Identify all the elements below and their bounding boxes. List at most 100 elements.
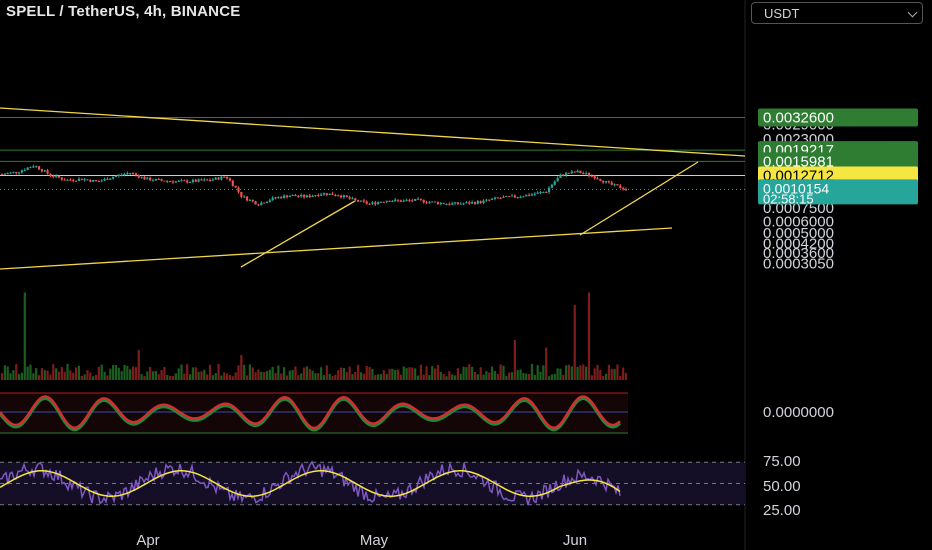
volume-bar [294,366,297,380]
volume-bar [371,368,374,380]
volume-bar [211,375,214,380]
candle-body [94,179,98,181]
candle-body [556,177,559,182]
volume-bar [556,368,559,380]
volume-bar [488,372,491,380]
volume-bar [519,369,522,380]
candle-body [17,172,21,174]
volume-bar [257,369,260,380]
candle-body [23,169,26,171]
candle-body [493,197,497,199]
candle-body [268,200,271,202]
volume-bar [288,370,291,380]
candle-body [35,166,38,168]
volume-bar [516,370,519,380]
volume-bar [171,375,175,380]
candle-body [542,191,545,193]
candle-body [379,201,383,203]
candle-body [416,198,420,200]
volume-bar [613,368,616,380]
volume-bar [365,366,368,380]
candle-body [302,194,306,198]
volume-bar [525,373,528,380]
volume-bar [26,366,29,380]
volume-bar [533,374,536,380]
volume-bar [15,364,18,380]
volume-bar [496,374,499,380]
candle-body [448,203,451,205]
countdown-label: 02:58:15 [763,191,814,206]
volume-bar [40,368,43,380]
volume-bar [23,292,26,380]
candle-body [590,175,593,177]
volume-bar [616,364,619,380]
volume-bar [414,368,417,380]
candle-body [522,196,525,198]
candle-body [114,175,118,177]
currency-selector[interactable]: USDT [751,2,923,24]
candle-body [619,185,622,189]
volume-bar [137,350,140,380]
candle-body [40,169,43,172]
volume-bar [160,369,163,380]
candle-body [354,198,357,201]
candle-body [129,172,132,174]
candle-body [339,195,343,198]
volume-bar [46,370,49,380]
volume-bar [479,367,482,380]
candle-body [263,202,266,204]
volume-bar [191,367,195,380]
candle-body [610,182,613,185]
oscillator-axis-label: 0.0000000 [763,404,834,421]
volume-bar [550,374,554,380]
volume-bar [510,372,514,380]
candle-body [0,174,4,176]
candle-body [399,200,403,202]
candle-body [200,179,203,181]
volume-bar [268,369,271,380]
volume-bar [200,371,203,380]
candle-body [371,202,374,204]
candle-body [567,172,571,174]
candle-body [388,200,391,202]
volume-bar [169,375,172,380]
volume-bar [325,365,328,380]
candle-body [69,179,72,181]
candle-body [171,181,175,183]
candle-body [223,176,226,178]
volume-bar [149,367,152,380]
volume-bar [240,355,243,380]
candle-body [100,180,103,182]
candle-body [197,179,200,182]
candle-body [26,167,29,170]
volume-bar [513,340,516,380]
volume-bar [177,368,180,380]
volume-bar [567,364,571,380]
candle-body [505,195,508,197]
candle-body [599,179,602,181]
volume-bar [328,373,331,380]
candle-body [89,179,92,182]
candle-body [536,192,539,194]
volume-bar [183,373,186,380]
volume-bar [109,368,112,380]
volume-bar [86,370,89,380]
candle-body [137,174,140,178]
candle-body [277,197,280,199]
candle-body [260,202,263,206]
candle-body [408,200,411,202]
candle-body [496,197,499,199]
candle-body [342,195,346,198]
volume-bar [123,364,126,380]
candle-body [243,196,246,198]
volume-bar [245,375,249,380]
volume-bar [92,376,95,380]
candle-body [163,180,166,182]
candle-body [188,181,192,183]
candle-body [562,174,565,176]
candle-body [490,198,494,200]
candle-body [622,188,625,190]
candle-body [604,181,608,183]
candle-body [348,197,351,199]
price-chart[interactable]: 0.00290000.00230000.00110000.00090000.00… [0,0,932,550]
